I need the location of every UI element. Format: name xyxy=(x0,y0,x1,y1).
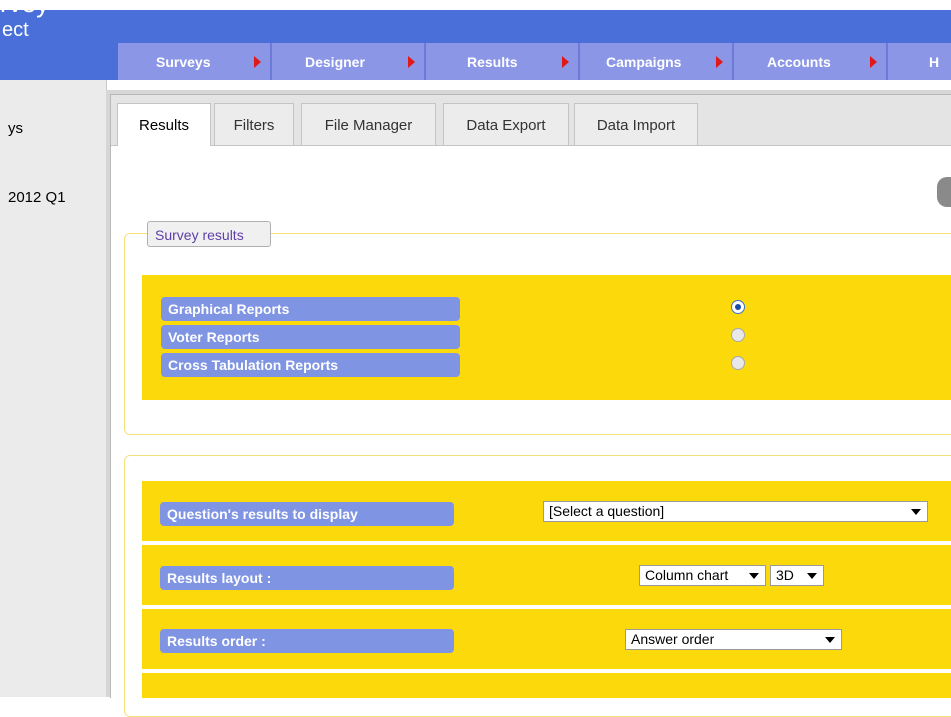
sidebar: ys 2012 Q1 xyxy=(0,80,107,697)
report-option-cross-tab: Cross Tabulation Reports xyxy=(161,353,460,377)
chevron-right-icon xyxy=(254,56,261,68)
chevron-right-icon xyxy=(408,56,415,68)
nav-tab-results[interactable]: Results xyxy=(426,43,580,80)
question-label: Question's results to display xyxy=(160,502,454,526)
chevron-right-icon xyxy=(562,56,569,68)
next-settings-row xyxy=(142,673,951,698)
chevron-right-icon xyxy=(870,56,877,68)
tab-data-export[interactable]: Data Export xyxy=(443,103,569,145)
chart-dimension-select[interactable]: 3D xyxy=(770,565,824,586)
tab-results[interactable]: Results xyxy=(117,103,211,146)
results-order-select[interactable]: Answer order xyxy=(625,629,842,650)
question-select[interactable]: [Select a question] xyxy=(543,501,928,522)
chevron-down-icon xyxy=(911,509,921,515)
tab-data-import[interactable]: Data Import xyxy=(574,103,698,145)
sidebar-item-survey-2012-q1[interactable]: 2012 Q1 xyxy=(8,189,66,206)
chevron-down-icon xyxy=(749,573,759,579)
subtab-bar: Results Filters File Manager Data Export… xyxy=(111,95,951,146)
tab-file-manager[interactable]: File Manager xyxy=(301,103,436,145)
nav-tab-accounts[interactable]: Accounts xyxy=(734,43,888,80)
radio-voter-reports[interactable] xyxy=(731,328,745,342)
header-top-strip xyxy=(0,0,951,10)
radio-graphical-reports[interactable] xyxy=(731,300,745,314)
tab-filters[interactable]: Filters xyxy=(214,103,294,145)
nav-tab-help[interactable]: H xyxy=(888,43,951,80)
sidebar-item-surveys[interactable]: ys xyxy=(8,120,23,137)
nav-tab-campaigns[interactable]: Campaigns xyxy=(580,43,734,80)
print-icon[interactable] xyxy=(937,177,951,207)
report-option-voter: Voter Reports xyxy=(161,325,460,349)
radio-cross-tabulation-reports[interactable] xyxy=(731,356,745,370)
chevron-down-icon xyxy=(825,637,835,643)
app-header: rvey ect Surveys Designer Results Campai… xyxy=(0,0,951,80)
order-row: Results order : Answer order xyxy=(142,609,951,669)
results-order-label: Results order : xyxy=(160,629,454,653)
chart-type-select[interactable]: Column chart xyxy=(639,565,766,586)
chevron-right-icon xyxy=(716,56,723,68)
main-panel: Results Filters File Manager Data Export… xyxy=(110,94,951,717)
layout-row: Results layout : Column chart 3D xyxy=(142,545,951,605)
nav-tab-designer[interactable]: Designer xyxy=(272,43,426,80)
logo-text: rvey xyxy=(0,0,50,18)
report-type-panel: Graphical Reports Voter Reports Cross Ta… xyxy=(142,275,951,400)
logo-subtext: ect xyxy=(2,19,29,41)
survey-results-legend[interactable]: Survey results xyxy=(147,221,271,247)
results-layout-label: Results layout : xyxy=(160,566,454,590)
question-row: Question's results to display [Select a … xyxy=(142,481,951,541)
report-option-graphical: Graphical Reports xyxy=(161,297,460,321)
chevron-down-icon xyxy=(807,573,817,579)
nav-tab-surveys[interactable]: Surveys xyxy=(118,43,272,80)
